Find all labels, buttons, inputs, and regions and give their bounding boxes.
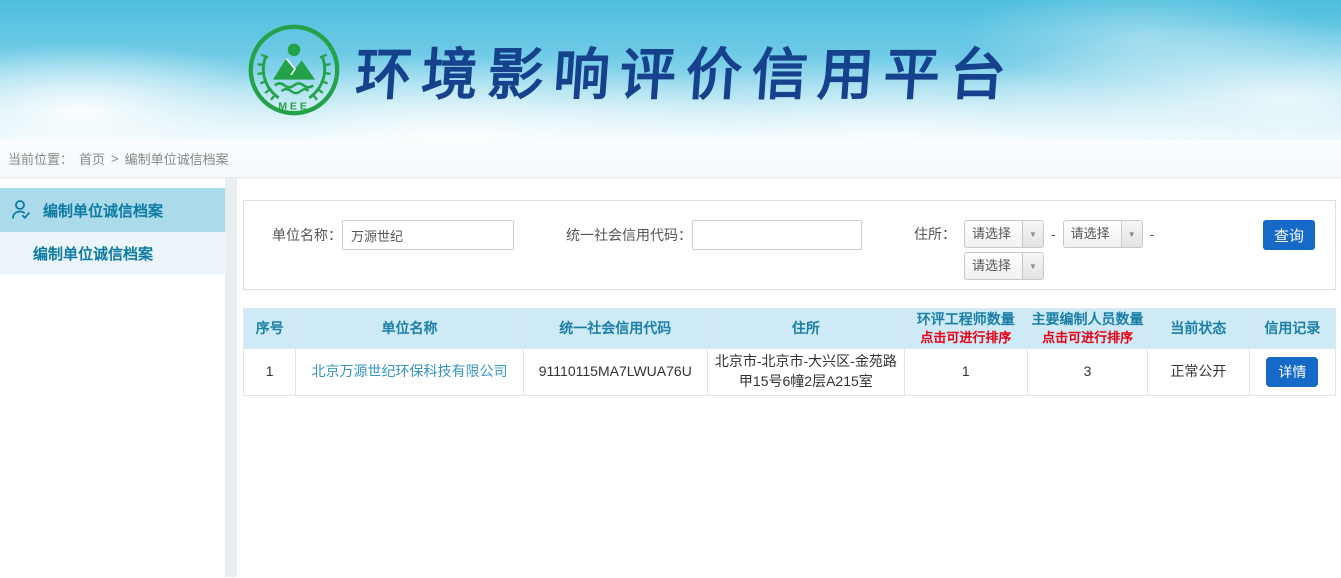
- district-select[interactable]: 请选择 ▼: [964, 252, 1044, 280]
- engineer-count-link[interactable]: 1: [904, 349, 1027, 396]
- company-name-input[interactable]: [342, 220, 514, 250]
- svg-text:MEE: MEE: [278, 100, 310, 112]
- credit-code-label: 统一社会信用代码：: [566, 220, 692, 250]
- col-header-credit-record: 信用记录: [1249, 309, 1335, 349]
- address-dash: -: [1051, 226, 1056, 242]
- query-button[interactable]: 查询: [1263, 220, 1315, 250]
- sidebar-divider: [225, 178, 237, 577]
- city-select[interactable]: 请选择 ▼: [1063, 220, 1143, 248]
- staff-count-link[interactable]: 3: [1028, 349, 1148, 396]
- chevron-down-icon[interactable]: ▼: [1121, 221, 1142, 247]
- breadcrumb-separator: >: [111, 151, 119, 166]
- search-panel: 单位名称： 统一社会信用代码： 住所： 请选择 ▼ -: [243, 200, 1336, 290]
- col-header-status: 当前状态: [1148, 309, 1250, 349]
- company-name-label: 单位名称：: [272, 220, 342, 250]
- col-header-staff-count: 主要编制人员数量 点击可进行排序: [1028, 309, 1148, 349]
- credit-code-value: 91110115MA7LWUA76U: [523, 349, 708, 396]
- province-select-value: 请选择: [965, 221, 1022, 247]
- city-select-value: 请选择: [1064, 221, 1121, 247]
- staff-sort-link[interactable]: 点击可进行排序: [1028, 329, 1147, 347]
- province-select[interactable]: 请选择 ▼: [964, 220, 1044, 248]
- user-check-icon: [10, 198, 34, 222]
- row-index: 1: [244, 349, 296, 396]
- col-header-index: 序号: [244, 309, 296, 349]
- col-header-address: 住所: [708, 309, 905, 349]
- col-header-credit-code: 统一社会信用代码: [523, 309, 708, 349]
- address-field-group: 住所： 请选择 ▼ - 请选择 ▼ -: [914, 220, 1154, 280]
- chevron-down-icon[interactable]: ▼: [1022, 221, 1043, 247]
- table-header-row: 序号 单位名称 统一社会信用代码 住所 环评工程师数量 点击可进行排序 主要编制…: [244, 309, 1336, 349]
- breadcrumb-current: 编制单位诚信档案: [125, 149, 229, 168]
- address-dash: -: [1150, 226, 1155, 242]
- main-panel: 单位名称： 统一社会信用代码： 住所： 请选择 ▼ -: [237, 178, 1341, 577]
- breadcrumb-home-link[interactable]: 首页: [79, 149, 105, 168]
- company-name-link[interactable]: 北京万源世纪环保科技有限公司: [311, 363, 507, 379]
- credit-code-input[interactable]: [692, 220, 862, 250]
- content-area: 编制单位诚信档案 编制单位诚信档案 单位名称： 统一社会信用代码： 住所：: [0, 178, 1341, 577]
- sidebar-group-label: 编制单位诚信档案: [43, 200, 163, 221]
- engineer-sort-link[interactable]: 点击可进行排序: [905, 329, 1027, 347]
- col-header-company: 单位名称: [296, 309, 523, 349]
- credit-code-field-group: 统一社会信用代码：: [566, 220, 862, 250]
- chevron-down-icon[interactable]: ▼: [1022, 253, 1043, 279]
- sidebar: 编制单位诚信档案 编制单位诚信档案: [0, 178, 225, 577]
- sidebar-item-credit-archive[interactable]: 编制单位诚信档案: [0, 232, 225, 274]
- address-label: 住所：: [914, 220, 956, 280]
- mee-logo-icon: MEE: [246, 22, 342, 118]
- address-value: 北京市-北京市-大兴区-金苑路甲15号6幢2层A215室: [708, 349, 905, 396]
- page-title: 环境影响评价信用平台: [353, 30, 1019, 111]
- results-table: 序号 单位名称 统一社会信用代码 住所 环评工程师数量 点击可进行排序 主要编制…: [243, 308, 1336, 396]
- col-header-engineer-count: 环评工程师数量 点击可进行排序: [904, 309, 1027, 349]
- detail-button[interactable]: 详情: [1266, 357, 1318, 387]
- district-select-value: 请选择: [965, 253, 1022, 279]
- breadcrumb: 当前位置： 首页 > 编制单位诚信档案: [0, 140, 1341, 178]
- table-row: 1 北京万源世纪环保科技有限公司 91110115MA7LWUA76U 北京市-…: [244, 349, 1336, 396]
- sidebar-group-credit-archive[interactable]: 编制单位诚信档案: [0, 188, 225, 232]
- site-header: MEE 环境影响评价信用平台: [0, 0, 1341, 140]
- company-name-field-group: 单位名称：: [272, 220, 514, 250]
- status-value: 正常公开: [1148, 349, 1250, 396]
- sidebar-item-label: 编制单位诚信档案: [33, 243, 153, 264]
- breadcrumb-prefix: 当前位置：: [8, 149, 73, 168]
